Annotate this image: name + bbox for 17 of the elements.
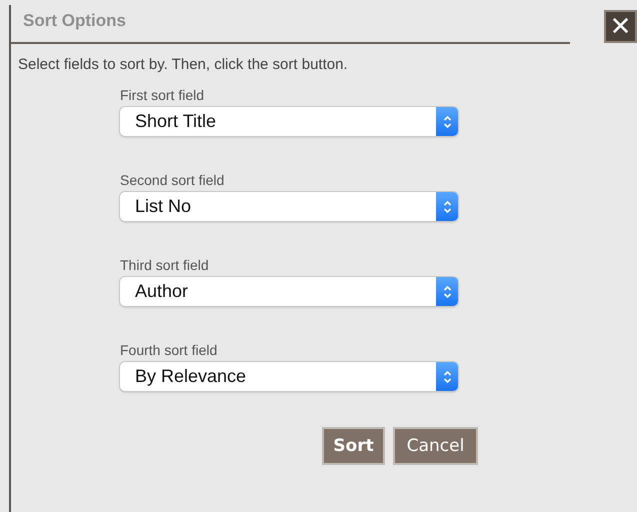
field-label: First sort field: [120, 87, 206, 104]
dropdown[interactable]: Author: [120, 277, 458, 306]
close-button[interactable]: ✕: [604, 10, 637, 43]
dropdown[interactable]: By Relevance: [120, 362, 458, 391]
sort-button[interactable]: Sort: [322, 427, 385, 465]
stepper-icon: [442, 284, 452, 298]
dropdown[interactable]: List No: [120, 192, 458, 221]
cancel-button[interactable]: Cancel: [393, 427, 478, 465]
stepper-icon: [442, 200, 452, 214]
dialog-title: Sort Options: [22, 11, 126, 31]
field-label: Third sort field: [120, 257, 210, 274]
stepper-icon: [442, 370, 452, 384]
field-label: Fourth sort field: [120, 342, 218, 359]
instruction-text: Select fields to sort by. Then, click the sort button.: [18, 56, 349, 73]
dropdown[interactable]: Short Title: [120, 107, 458, 136]
field-label: Second sort field: [120, 172, 226, 189]
stepper-icon: [442, 114, 452, 128]
